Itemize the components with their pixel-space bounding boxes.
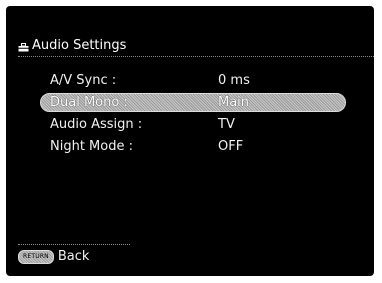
setting-value: OFF bbox=[218, 139, 244, 154]
back-label: Back bbox=[57, 249, 90, 264]
setting-dual-mono[interactable]: Dual Mono : Main bbox=[6, 92, 374, 114]
setting-audio-assign[interactable]: Audio Assign : TV bbox=[6, 114, 374, 136]
setting-label: Dual Mono : bbox=[50, 95, 128, 110]
toolbox-icon bbox=[18, 41, 29, 52]
menu-header: Audio Settings bbox=[18, 38, 126, 53]
setting-value: TV bbox=[218, 117, 235, 132]
setting-night-mode[interactable]: Night Mode : OFF bbox=[6, 136, 374, 158]
header-divider bbox=[18, 56, 374, 57]
setting-label: Night Mode : bbox=[50, 139, 133, 154]
setting-label: Audio Assign : bbox=[50, 117, 143, 132]
setting-label: A/V Sync : bbox=[50, 73, 117, 88]
setting-av-sync[interactable]: A/V Sync : 0 ms bbox=[6, 70, 374, 92]
page-title: Audio Settings bbox=[32, 38, 127, 53]
return-button[interactable]: RETURN bbox=[18, 249, 54, 264]
settings-list: A/V Sync : 0 ms Dual Mono : Main Audio A… bbox=[6, 70, 374, 158]
footer-divider bbox=[18, 244, 130, 245]
osd-screen: Audio Settings A/V Sync : 0 ms Dual Mono… bbox=[6, 6, 374, 276]
setting-value: 0 ms bbox=[218, 73, 250, 88]
setting-value: Main bbox=[218, 95, 250, 110]
footer-back[interactable]: RETURN Back bbox=[18, 249, 89, 264]
